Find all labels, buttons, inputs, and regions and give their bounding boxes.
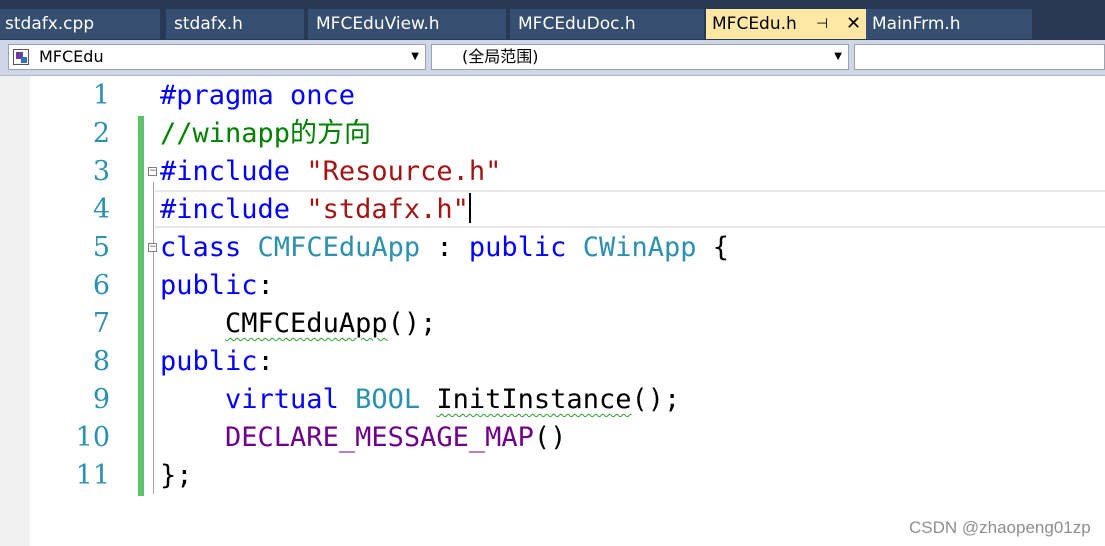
comment: //winapp的方向 (160, 118, 372, 149)
tab-label: MainFrm.h (872, 14, 961, 34)
class-dropdown[interactable]: MFCEdu ▼ (8, 44, 426, 70)
line-number: 5 (92, 232, 110, 263)
code-line: class CMFCEduApp : public CWinApp { (160, 229, 729, 267)
close-icon[interactable]: ✕ (846, 9, 861, 39)
class-name: CMFCEduApp (257, 232, 421, 263)
keyword: virtual (225, 384, 339, 415)
collapse-icon[interactable]: − (148, 167, 157, 176)
punctuation: : (257, 270, 274, 301)
document-tab-strip: stdafx.cpp stdafx.h MFCEduView.h MFCEduD… (0, 0, 1105, 40)
keyword: public (160, 346, 258, 377)
tab-label: MFCEdu.h (712, 14, 797, 34)
preprocessor-directive: #include (160, 194, 291, 225)
tab-label: stdafx.h (174, 14, 243, 34)
tab-label: stdafx.cpp (5, 14, 95, 34)
change-tracking-bar (138, 116, 144, 496)
code-line: DECLARE_MESSAGE_MAP() (160, 419, 566, 457)
class-icon (13, 49, 29, 65)
preprocessor-directive: #pragma once (160, 80, 356, 111)
line-number: 4 (92, 194, 110, 225)
line-number: 8 (92, 346, 110, 377)
tab-label: MFCEduView.h (316, 14, 440, 34)
code-editor[interactable]: − − 1 2 3 4 5 6 7 8 9 10 11 #pragma once… (0, 76, 1105, 546)
punctuation: : (420, 232, 469, 263)
macro-name: DECLARE_MESSAGE_MAP (225, 422, 534, 453)
selection-margin (0, 76, 30, 546)
code-line: }; (160, 457, 193, 495)
preprocessor-directive: #include (160, 156, 291, 187)
tab-mfcedudoc-h[interactable]: MFCEduDoc.h (510, 9, 704, 39)
extra-dropdown[interactable] (854, 44, 1105, 70)
text-caret (468, 193, 471, 223)
tab-label: MFCEduDoc.h (518, 14, 636, 34)
tab-mfcedu-h[interactable]: MFCEdu.h ⊣ ✕ (706, 9, 866, 39)
function-name: InitInstance (436, 384, 632, 415)
punctuation: }; (160, 460, 193, 491)
punctuation: : (257, 346, 274, 377)
punctuation: (); (631, 384, 681, 415)
code-line: public: (160, 343, 274, 381)
punctuation: () (533, 422, 567, 453)
keyword: class (160, 232, 242, 263)
keyword: public (468, 232, 567, 263)
member-dropdown[interactable]: (全局范围) ▼ (431, 44, 849, 70)
line-number: 3 (92, 156, 110, 187)
class-dropdown-value: MFCEdu (39, 47, 104, 66)
code-line: CMFCEduApp(); (160, 305, 436, 343)
string-literal: "Resource.h" (306, 156, 502, 187)
class-name: CWinApp (582, 232, 697, 263)
line-number: 11 (75, 460, 110, 491)
code-line: #include "Resource.h" (160, 153, 501, 191)
collapse-icon[interactable]: − (148, 243, 157, 252)
line-number: 2 (92, 118, 110, 149)
punctuation: (); (387, 308, 437, 339)
outline-line (153, 182, 154, 494)
pin-icon[interactable]: ⊣ (816, 9, 828, 39)
code-line: //winapp的方向 (160, 115, 371, 153)
line-number: 7 (92, 308, 110, 339)
chevron-down-icon[interactable]: ▼ (834, 45, 842, 69)
line-number: 6 (92, 270, 110, 301)
chevron-down-icon[interactable]: ▼ (411, 45, 419, 69)
tab-mfceduview-h[interactable]: MFCEduView.h (308, 9, 506, 39)
code-line: #include "stdafx.h" (160, 191, 471, 229)
line-number: 9 (92, 384, 110, 415)
member-dropdown-value: (全局范围) (462, 47, 539, 66)
watermark: CSDN @zhaopeng01zp (909, 518, 1091, 537)
type-name: BOOL (355, 384, 421, 415)
keyword: public (160, 270, 258, 301)
tab-mainfrm-h[interactable]: MainFrm.h (866, 9, 1032, 39)
navigation-bar: MFCEdu ▼ (全局范围) ▼ (0, 40, 1105, 76)
string-literal: "stdafx.h" (306, 194, 469, 225)
code-line: #pragma once (160, 77, 355, 115)
function-name: CMFCEduApp (225, 308, 388, 339)
tab-stdafx-h[interactable]: stdafx.h (166, 9, 304, 39)
code-line: virtual BOOL InitInstance(); (160, 381, 680, 419)
line-number: 10 (75, 422, 110, 453)
tab-stdafx-cpp[interactable]: stdafx.cpp (0, 9, 160, 39)
line-number: 1 (92, 80, 110, 111)
code-line: public: (160, 267, 274, 305)
punctuation: { (696, 232, 730, 263)
